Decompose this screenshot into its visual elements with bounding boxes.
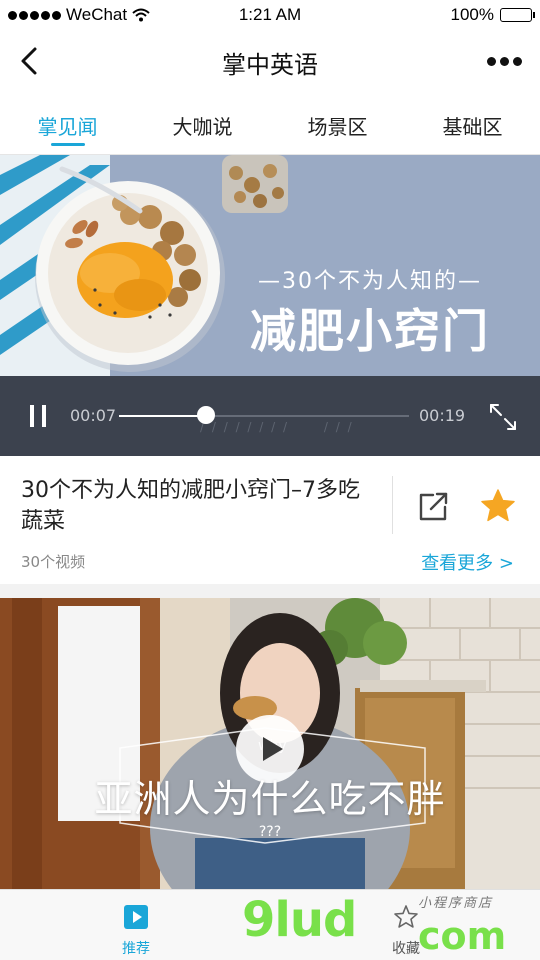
- star-icon: [481, 489, 515, 522]
- page-title: 掌中英语: [222, 51, 318, 79]
- tab-label: 大咖说: [172, 115, 233, 139]
- share-button[interactable]: [413, 486, 453, 526]
- nav-bar: 掌中英语: [0, 30, 540, 92]
- pause-icon: [30, 405, 34, 427]
- video-card-title: 亚洲人为什么吃不胖: [94, 777, 446, 821]
- video-title: 减肥小窍门: [250, 304, 490, 358]
- battery-percent: 100%: [450, 5, 494, 24]
- tab-label: 掌见闻: [37, 115, 98, 139]
- tabbar-label: 推荐: [122, 941, 150, 957]
- see-more-link[interactable]: 查看更多 >: [421, 549, 514, 575]
- tabbar-item-recommend[interactable]: 推荐: [106, 904, 166, 958]
- more-dot-icon: [499, 56, 509, 66]
- pause-icon: [42, 405, 46, 427]
- share-icon: [419, 492, 448, 521]
- more-options-button[interactable]: [482, 45, 526, 77]
- divider: [392, 476, 393, 534]
- video-subtitle: —30个不为人知的—: [258, 269, 482, 294]
- favorite-star-button[interactable]: [478, 486, 518, 526]
- video-info: 30个不为人知的减肥小窍门–7多吃蔬菜 30个视频 查看更多 >: [0, 456, 540, 584]
- chevron-left-icon: [21, 47, 37, 75]
- video-card[interactable]: why 亚洲人为什么吃不胖 ???: [0, 598, 540, 889]
- video-controls: 00:07 / / / / / / / / / / / 00:19: [0, 376, 540, 456]
- progress-knob[interactable]: [197, 406, 215, 424]
- battery-icon: [500, 8, 535, 22]
- video-play-icon: [124, 905, 148, 929]
- bottom-tab-bar: 推荐 收藏: [0, 889, 540, 960]
- tab-changjingqu[interactable]: 场景区: [270, 92, 405, 154]
- more-dot-icon: [512, 56, 522, 66]
- video-player[interactable]: —30个不为人知的— 减肥小窍门 00:07 / / / / / / / / /…: [0, 155, 540, 456]
- pause-button[interactable]: [26, 403, 54, 429]
- status-bar: WeChat 1:21 AM 100%: [0, 0, 540, 30]
- tabbar-label: 收藏: [392, 941, 420, 957]
- total-time: 00:19: [419, 406, 466, 425]
- back-button[interactable]: [14, 44, 48, 78]
- video-card-question: ???: [258, 824, 282, 840]
- tab-zhangjianwen[interactable]: 掌见闻: [0, 92, 135, 154]
- status-right: 100%: [450, 5, 535, 25]
- more-dot-icon: [486, 56, 496, 66]
- buffer-pattern: / / / / / / / / / / /: [200, 420, 354, 434]
- fullscreen-icon: [490, 404, 516, 430]
- progress-track[interactable]: [119, 415, 409, 417]
- tab-dakashuo[interactable]: 大咖说: [135, 92, 270, 154]
- video-count: 30个视频: [21, 553, 86, 571]
- tab-label: 基础区: [442, 115, 503, 139]
- video-info-title: 30个不为人知的减肥小窍门–7多吃蔬菜: [21, 478, 360, 534]
- star-outline-icon: [394, 905, 418, 928]
- fullscreen-button[interactable]: [486, 400, 520, 434]
- tabbar-item-favorites[interactable]: 收藏: [376, 904, 436, 958]
- tab-label: 场景区: [307, 115, 368, 139]
- current-time: 00:07: [70, 406, 117, 425]
- tab-jichuqu[interactable]: 基础区: [405, 92, 540, 154]
- category-tabs: 掌见闻 大咖说 场景区 基础区: [0, 92, 540, 155]
- progress-fill: [119, 415, 206, 417]
